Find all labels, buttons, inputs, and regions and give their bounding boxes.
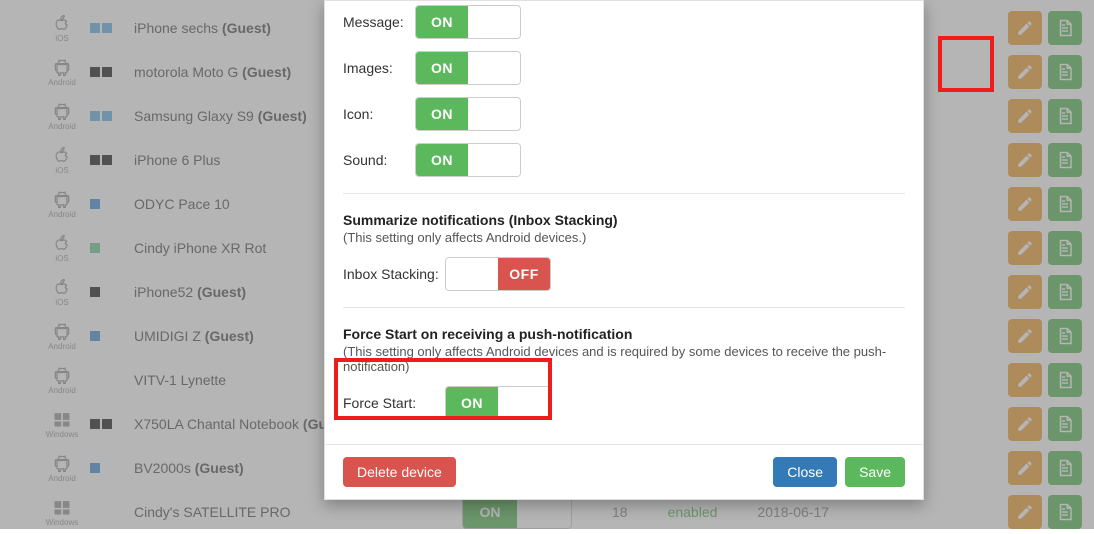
force-title: Force Start on receiving a push-notifica… xyxy=(343,326,905,342)
device-settings-modal: Message: ON Images: ON Icon: ON Sound: O… xyxy=(324,0,924,500)
images-toggle[interactable]: ON xyxy=(415,51,521,85)
force-toggle[interactable]: ON xyxy=(445,386,551,420)
inbox-title: Summarize notifications (Inbox Stacking) xyxy=(343,212,905,228)
images-label: Images: xyxy=(343,60,415,76)
message-label: Message: xyxy=(343,14,415,30)
inbox-sub: (This setting only affects Android devic… xyxy=(343,230,905,245)
delete-device-button[interactable]: Delete device xyxy=(343,457,456,487)
inbox-toggle[interactable]: OFF xyxy=(445,257,551,291)
close-button[interactable]: Close xyxy=(773,457,837,487)
inbox-label: Inbox Stacking: xyxy=(343,266,445,282)
sound-toggle[interactable]: ON xyxy=(415,143,521,177)
sound-label: Sound: xyxy=(343,152,415,168)
save-button[interactable]: Save xyxy=(845,457,905,487)
icon-label: Icon: xyxy=(343,106,415,122)
message-toggle[interactable]: ON xyxy=(415,5,521,39)
force-sub: (This setting only affects Android devic… xyxy=(343,344,905,374)
icon-toggle[interactable]: ON xyxy=(415,97,521,131)
force-label: Force Start: xyxy=(343,395,445,411)
